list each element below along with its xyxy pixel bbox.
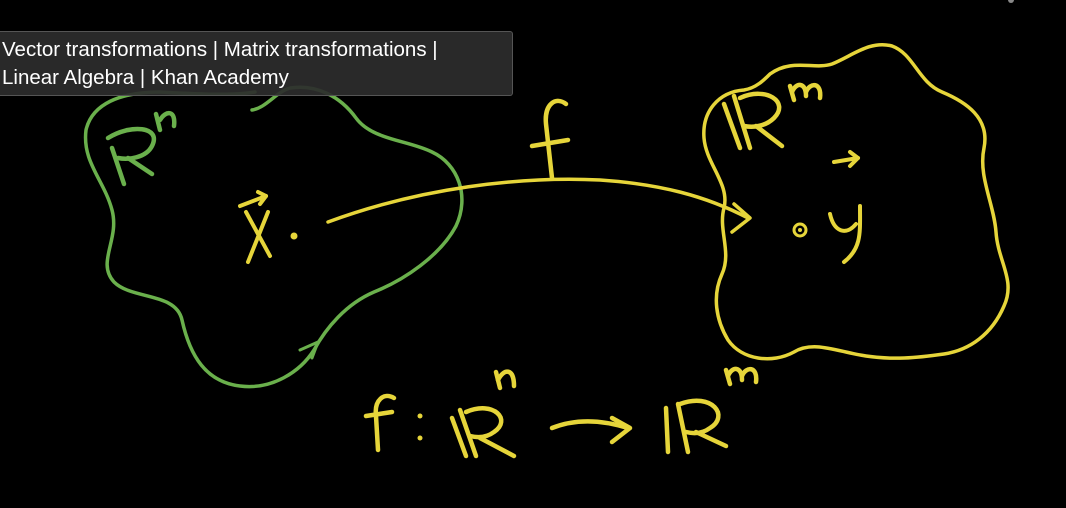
mapping-arrow-head bbox=[730, 202, 752, 234]
video-title-line-2: Linear Algebra | Khan Academy bbox=[2, 66, 289, 89]
mapping-notation bbox=[363, 366, 759, 459]
vector-y-label bbox=[828, 150, 863, 264]
domain-set-outline bbox=[83, 85, 464, 389]
video-title-line-1: Vector transformations | Matrix transfor… bbox=[2, 38, 438, 61]
vector-y-point bbox=[792, 222, 808, 238]
video-player[interactable]: Vector transformations | Matrix transfor… bbox=[0, 0, 1066, 508]
vector-x-point bbox=[290, 232, 298, 240]
vector-x-label bbox=[238, 190, 272, 264]
function-label-f bbox=[529, 98, 571, 181]
video-title-overlay[interactable]: Vector transformations | Matrix transfor… bbox=[0, 31, 513, 96]
mapping-arrow bbox=[326, 177, 750, 224]
domain-label-R-n bbox=[105, 111, 177, 187]
codomain-set-outline bbox=[702, 43, 1010, 361]
codomain-label-R-m bbox=[721, 82, 823, 151]
